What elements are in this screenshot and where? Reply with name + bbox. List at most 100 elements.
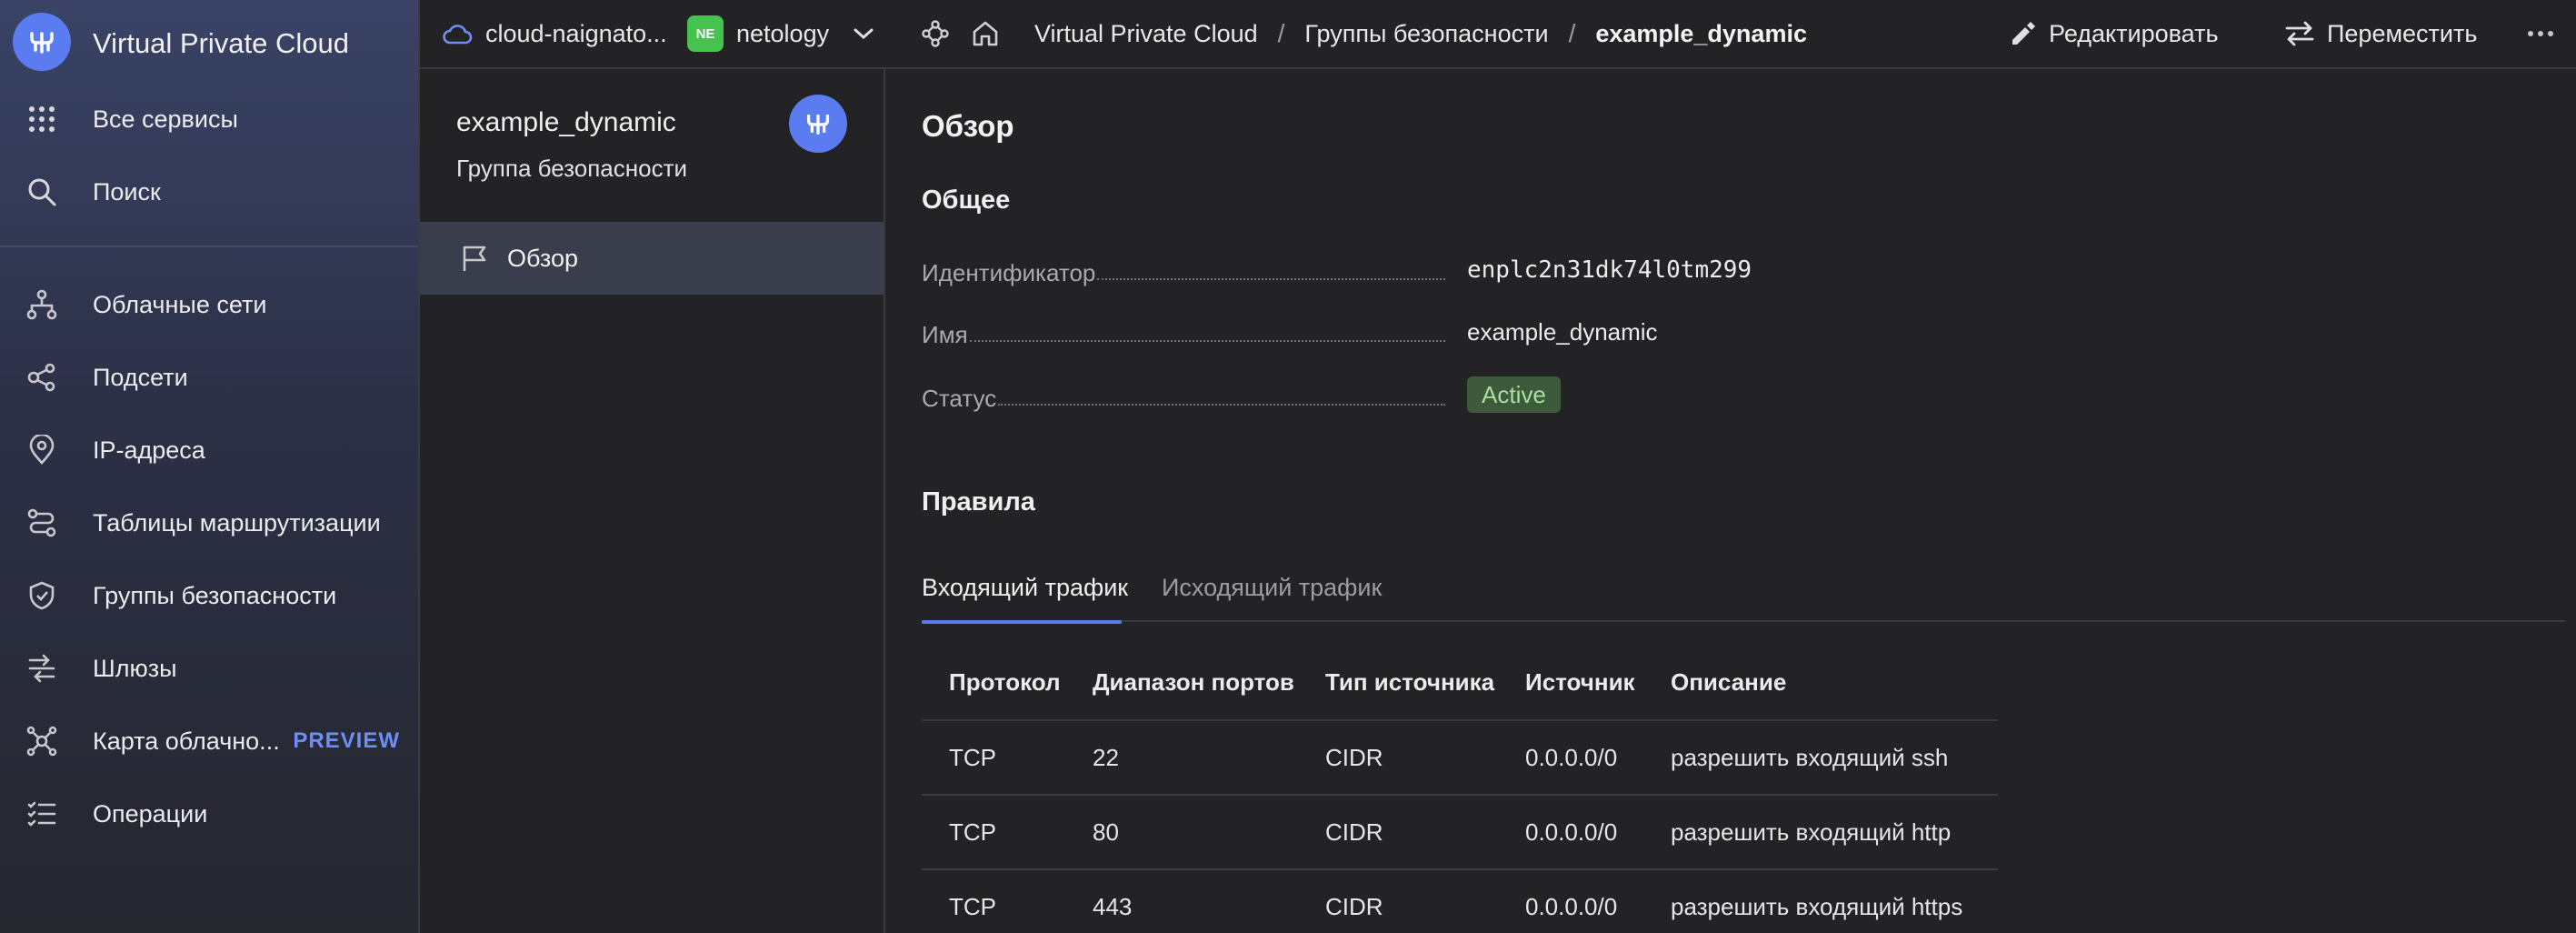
resource-panel: example_dynamic Группа безопасности Обзо… <box>420 69 885 933</box>
gateway-icon <box>24 650 60 687</box>
more-dots-icon <box>2527 30 2554 37</box>
subnets-icon <box>24 359 60 396</box>
nav-item-overview[interactable]: Обзор <box>420 222 884 295</box>
nav-item-label: Обзор <box>507 244 578 272</box>
sidebar-item-operations[interactable]: Операции <box>0 782 418 846</box>
move-label: Переместить <box>2327 19 2478 47</box>
cell-protocol: TCP <box>922 869 1065 933</box>
cell-source: 0.0.0.0/0 <box>1498 795 1643 870</box>
column-header-port-range: Диапазон портов <box>1065 646 1298 721</box>
column-header-protocol: Протокол <box>922 646 1065 721</box>
resource-type: Группа безопасности <box>456 155 687 182</box>
sidebar-item-label: Поиск <box>93 177 161 206</box>
swap-arrows-icon <box>2285 21 2314 46</box>
sidebar-item-route-tables[interactable]: Таблицы маршрутизации <box>0 491 418 555</box>
status-badge: Active <box>1467 376 1561 413</box>
column-header-source: Источник <box>1498 646 1643 721</box>
table-header-row: Протокол Диапазон портов Тип источника И… <box>922 646 1998 721</box>
sidebar-item-security-groups[interactable]: Группы безопасности <box>0 564 418 627</box>
more-actions-button[interactable] <box>2527 0 2554 67</box>
cell-protocol: TCP <box>922 720 1065 796</box>
cell-source-type: CIDR <box>1298 795 1498 870</box>
cell-source: 0.0.0.0/0 <box>1498 869 1643 933</box>
column-header-description: Описание <box>1643 646 1998 721</box>
breadcrumb: Virtual Private Cloud / Группы безопасно… <box>1034 0 1807 67</box>
edit-label: Редактировать <box>2049 19 2219 47</box>
folder-name: netology <box>736 19 830 47</box>
flag-icon <box>456 240 493 276</box>
sidebar-item-cloud-networks[interactable]: Облачные сети <box>0 273 418 336</box>
table-row[interactable]: TCP 22 CIDR 0.0.0.0/0 разрешить входящий… <box>922 720 1998 796</box>
edit-button[interactable]: Редактировать <box>2009 0 2219 67</box>
breadcrumb-item[interactable]: Virtual Private Cloud <box>1034 20 1258 48</box>
sidebar-item-label: Подсети <box>93 363 188 391</box>
vpc-logo-icon <box>789 95 847 153</box>
home-icon <box>971 19 1000 48</box>
table-row[interactable]: TCP 80 CIDR 0.0.0.0/0 разрешить входящий… <box>922 795 1998 870</box>
home-button[interactable] <box>971 0 1000 67</box>
resource-graph-button[interactable] <box>922 0 949 67</box>
sidebar-item-label: IP-адреса <box>93 436 205 464</box>
sidebar-item-cloud-map[interactable]: Карта облачно... PREVIEW <box>0 709 418 773</box>
active-tab-indicator <box>922 620 1122 624</box>
cell-port-range: 80 <box>1065 795 1298 870</box>
service-title: Virtual Private Cloud <box>93 27 350 59</box>
sidebar-item-search[interactable]: Поиск <box>0 160 418 224</box>
sidebar-header: Virtual Private Cloud Все сервисы Поиск <box>0 0 418 246</box>
chevron-down-icon <box>853 26 874 41</box>
field-value-name: example_dynamic <box>1467 318 1658 346</box>
tab-egress[interactable]: Исходящий трафик <box>1162 553 1382 622</box>
breadcrumb-separator: / <box>1277 19 1285 47</box>
cell-source: 0.0.0.0/0 <box>1498 720 1643 796</box>
cell-source-type: CIDR <box>1298 720 1498 796</box>
sidebar-item-label: Группы безопасности <box>93 581 337 609</box>
breadcrumb-item[interactable]: Группы безопасности <box>1304 20 1548 48</box>
cell-description: разрешить входящий http <box>1643 795 1998 870</box>
sidebar-item-label: Облачные сети <box>93 290 267 318</box>
nodes-icon <box>922 20 949 47</box>
move-button[interactable]: Переместить <box>2285 0 2477 67</box>
field-value-id: enplc2n31dk74l0tm299 <box>1467 256 1752 284</box>
section-title-rules: Правила <box>922 487 1035 517</box>
cloud-selector[interactable]: cloud-naignato... <box>442 0 667 67</box>
pencil-icon <box>2009 20 2036 47</box>
cell-port-range: 22 <box>1065 720 1298 796</box>
vpc-logo-icon[interactable] <box>13 13 71 71</box>
cloud-icon <box>442 21 473 46</box>
sidebar-item-all-services[interactable]: Все сервисы <box>0 87 418 151</box>
resource-name: example_dynamic <box>456 107 676 137</box>
route-icon <box>24 505 60 541</box>
sidebar-item-subnets[interactable]: Подсети <box>0 346 418 409</box>
cell-description: разрешить входящий https <box>1643 869 1998 933</box>
folder-selector[interactable]: NE netology <box>687 0 874 67</box>
breadcrumb-separator: / <box>1568 19 1576 47</box>
tab-ingress[interactable]: Входящий трафик <box>922 553 1128 624</box>
sidebar-item-gateways[interactable]: Шлюзы <box>0 637 418 700</box>
page-title: Обзор <box>922 109 1014 143</box>
cell-protocol: TCP <box>922 795 1065 870</box>
sidebar: Virtual Private Cloud Все сервисы Поиск … <box>0 0 420 933</box>
preview-badge: PREVIEW <box>293 728 400 753</box>
cell-port-range: 443 <box>1065 869 1298 933</box>
cell-description: разрешить входящий ssh <box>1643 720 1998 796</box>
main-content: Обзор Общее Идентификатор enplc2n31dk74l… <box>887 69 2576 933</box>
sidebar-divider <box>0 246 418 247</box>
sidebar-item-label: Карта облачно... <box>93 727 280 755</box>
table-row[interactable]: TCP 443 CIDR 0.0.0.0/0 разрешить входящи… <box>922 869 1998 933</box>
column-header-source-type: Тип источника <box>1298 646 1498 721</box>
rules-table: Протокол Диапазон портов Тип источника И… <box>922 646 1998 933</box>
sidebar-item-label: Операции <box>93 799 208 828</box>
traffic-tabs: Входящий трафик Исходящий трафик <box>922 553 2565 624</box>
operations-list-icon <box>24 796 60 832</box>
network-icon <box>24 286 60 323</box>
field-label-status: Статус <box>922 376 1445 413</box>
folder-badge: NE <box>687 15 724 52</box>
shield-icon <box>24 577 60 614</box>
grid-icon <box>24 101 60 137</box>
search-icon <box>24 174 60 210</box>
sidebar-item-label: Шлюзы <box>93 654 177 682</box>
section-title-general: Общее <box>922 186 1011 215</box>
cloud-name: cloud-naignato... <box>485 19 667 47</box>
map-nodes-icon <box>24 723 60 759</box>
sidebar-item-ip-addresses[interactable]: IP-адреса <box>0 418 418 482</box>
